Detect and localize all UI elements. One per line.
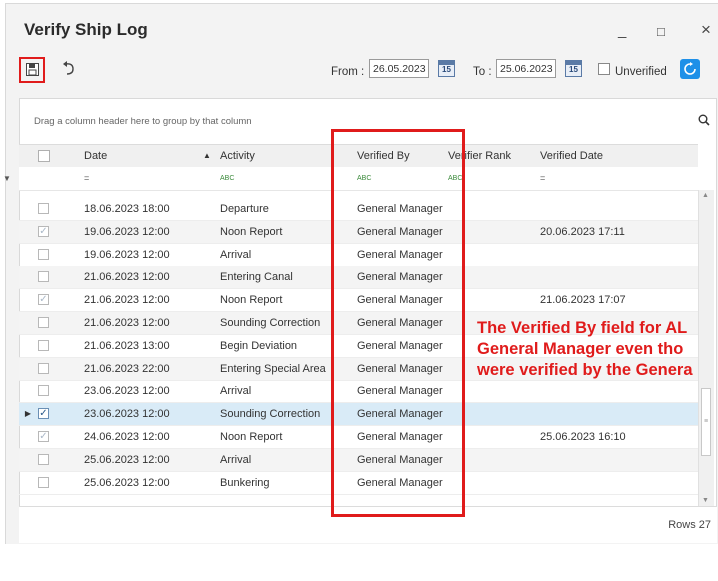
row-checkbox[interactable] [38,362,49,374]
scroll-up-icon[interactable]: ▲ [702,192,709,199]
row-checkbox[interactable] [38,453,49,465]
current-row-indicator-icon: ▶ [24,409,32,419]
cell-activity[interactable]: Noon Report [220,221,282,243]
cell-date[interactable]: 23.06.2023 12:00 [84,380,170,402]
column-header-activity[interactable]: Activity [220,145,255,167]
row-checkbox[interactable]: ✓ [38,431,49,442]
cell-activity[interactable]: Departure [220,198,269,220]
row-checkbox[interactable] [38,476,49,488]
cell-activity[interactable]: Arrival [220,244,251,266]
refresh-icon [684,62,696,79]
close-button[interactable]: × [701,20,711,40]
save-button-highlight [19,57,45,83]
vertical-scrollbar[interactable]: ▲ ▼ [698,190,714,506]
cell-activity[interactable]: Begin Deviation [220,335,297,357]
sort-ascending-icon: ▲ [203,151,211,160]
cell-date[interactable]: 21.06.2023 12:00 [84,266,170,288]
unverified-checkbox[interactable] [598,63,610,75]
row-checkbox[interactable] [38,317,49,328]
row-checkbox[interactable] [38,339,49,351]
column-header-date[interactable]: Date [84,145,107,167]
window-title: Verify Ship Log [24,20,148,39]
from-label: From : [331,66,365,78]
calendar-icon[interactable]: 15 [565,60,582,77]
annotation-line-3: were verified by the Genera [477,361,693,379]
row-checkbox[interactable] [38,271,49,283]
scroll-down-icon[interactable]: ▼ [702,497,709,504]
row-checkbox[interactable] [38,248,49,260]
scrollbar-thumb[interactable]: ≡ [701,388,711,456]
cell-date[interactable]: 24.06.2023 12:00 [84,426,170,448]
column-header-verified-date[interactable]: Verified Date [540,145,603,167]
cell-verified-date[interactable]: 21.06.2023 17:07 [540,289,626,311]
calendar-icon[interactable]: 15 [438,60,455,77]
group-by-hint[interactable]: Drag a column header here to group by th… [34,116,252,127]
filter-activity[interactable]: ABC [220,167,234,190]
annotation-line-2: General Manager even tho [477,340,684,358]
cell-date[interactable]: 23.06.2023 12:00 [84,403,170,425]
row-checkbox[interactable] [38,385,49,397]
cell-activity[interactable]: Sounding Correction [220,312,320,334]
cell-date[interactable]: 19.06.2023 12:00 [84,221,170,243]
filter-verified-date[interactable]: = [540,167,545,190]
select-all-checkbox[interactable] [38,150,50,162]
row-checkbox[interactable]: ✓ [38,225,49,237]
verified-by-column-highlight [331,129,465,517]
undo-icon[interactable] [62,60,76,79]
cell-activity[interactable]: Entering Canal [220,266,293,288]
cell-date[interactable]: 19.06.2023 12:00 [84,244,170,266]
annotation-line-1: The Verified By field for AL [477,319,688,337]
cell-date[interactable]: 21.06.2023 12:00 [84,312,170,334]
to-date-field[interactable]: 25.06.2023 [496,59,556,78]
search-icon[interactable] [698,114,710,129]
maximize-button[interactable]: □ [657,24,665,39]
refresh-button[interactable] [680,59,700,79]
cell-date[interactable]: 18.06.2023 18:00 [84,198,170,220]
to-label: To : [473,66,492,78]
cell-verified-date[interactable]: 20.06.2023 17:11 [540,221,625,243]
row-checkbox[interactable] [38,203,49,214]
minimize-button[interactable]: _ [618,22,626,39]
cell-date[interactable]: 21.06.2023 22:00 [84,358,170,380]
cell-activity[interactable]: Arrival [220,449,251,471]
cell-date[interactable]: 25.06.2023 12:00 [84,472,170,494]
cell-activity[interactable]: Bunkering [220,472,270,494]
row-count: Rows 27 [668,519,711,531]
cell-date[interactable]: 21.06.2023 12:00 [84,289,170,311]
row-checkbox[interactable]: ✓ [38,408,49,420]
cell-activity[interactable]: Noon Report [220,426,282,448]
cell-date[interactable]: 21.06.2023 13:00 [84,335,170,357]
filter-date[interactable]: = [84,167,89,190]
cell-activity[interactable]: Sounding Correction [220,403,320,425]
from-date-field[interactable]: 26.05.2023 [369,59,429,78]
filter-icon: ▼ [3,174,11,183]
cell-verified-date[interactable]: 25.06.2023 16:10 [540,426,626,448]
cell-activity[interactable]: Arrival [220,380,251,402]
row-checkbox[interactable]: ✓ [38,294,49,306]
cell-date[interactable]: 25.06.2023 12:00 [84,449,170,471]
cell-activity[interactable]: Entering Special Area [220,358,326,380]
cell-activity[interactable]: Noon Report [220,289,282,311]
unverified-label: Unverified [615,66,667,78]
